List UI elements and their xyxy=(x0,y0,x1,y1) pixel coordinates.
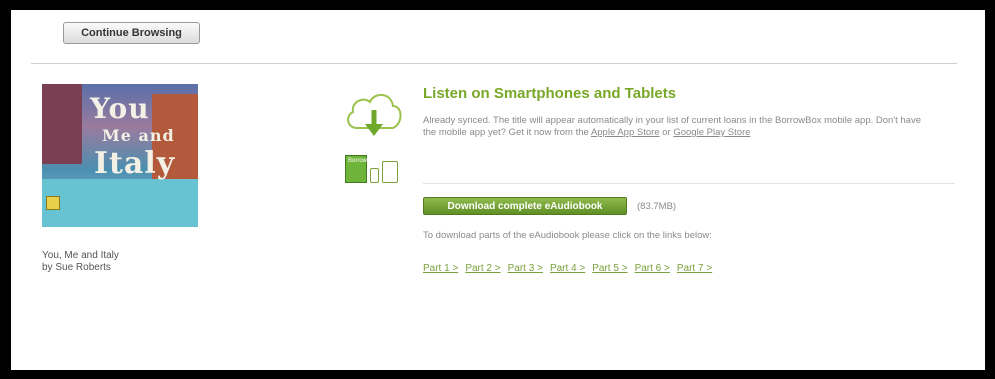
part-link[interactable]: Part 4 > xyxy=(550,263,585,274)
description-or: or xyxy=(659,127,674,138)
continue-browsing-button[interactable]: Continue Browsing xyxy=(63,22,200,44)
listen-description: Already synced. The title will appear au… xyxy=(423,115,923,139)
listen-heading: Listen on Smartphones and Tablets xyxy=(423,85,677,102)
cover-canal xyxy=(42,179,198,227)
part-link[interactable]: Part 7 > xyxy=(677,263,712,274)
cover-badge-icon xyxy=(46,196,60,210)
book-author: by Sue Roberts xyxy=(42,262,111,273)
part-link[interactable]: Part 1 > xyxy=(423,263,458,274)
book-cover[interactable]: You Me and Italy xyxy=(42,84,198,227)
download-size: (83.7MB) xyxy=(637,201,677,212)
phone-icon xyxy=(370,168,379,183)
device-icons: BorrowBox xyxy=(345,155,398,183)
cover-building-left xyxy=(42,84,82,164)
parts-note: To download parts of the eAudiobook plea… xyxy=(423,230,712,241)
download-complete-button[interactable]: Download complete eAudiobook xyxy=(423,197,627,215)
borrowbox-app-icon: BorrowBox xyxy=(345,155,377,183)
parts-list: Part 1 > Part 2 > Part 3 > Part 4 > Part… xyxy=(423,263,712,274)
cover-title-word: You xyxy=(90,92,150,125)
cover-title-word: Me and xyxy=(102,126,175,145)
page-frame: Continue Browsing You Me and Italy You, … xyxy=(11,10,985,370)
cover-title-word: Italy xyxy=(94,146,176,181)
google-play-store-link[interactable]: Google Play Store xyxy=(673,127,750,138)
part-link[interactable]: Part 2 > xyxy=(465,263,500,274)
tablet-icon xyxy=(382,161,398,183)
part-link[interactable]: Part 5 > xyxy=(592,263,627,274)
book-title: You, Me and Italy xyxy=(42,250,119,261)
cloud-download-icon xyxy=(347,94,402,136)
apple-app-store-link[interactable]: Apple App Store xyxy=(591,127,660,138)
part-link[interactable]: Part 6 > xyxy=(635,263,670,274)
section-divider xyxy=(423,183,955,184)
part-link[interactable]: Part 3 > xyxy=(508,263,543,274)
divider xyxy=(31,63,957,64)
